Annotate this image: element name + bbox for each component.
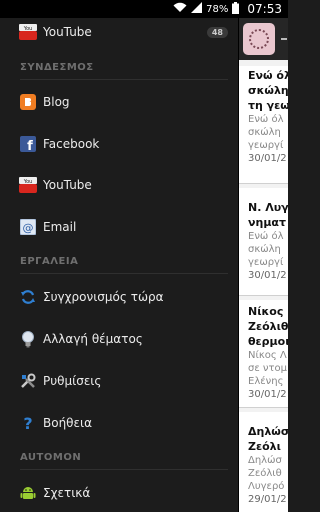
feed-item-snippet-line: Ελένης [248, 376, 284, 387]
youtube-icon: You [19, 176, 37, 194]
drawer-item-label: YouTube [43, 25, 92, 39]
drawer-item-label: Συγχρονισμός τώρα [43, 290, 164, 304]
feed-item-snippet-line: σε ντομ [248, 363, 288, 374]
feed-item-title-line: Νίκος [248, 305, 284, 318]
drawer-item-label: Σχετικά [43, 486, 91, 500]
action-bar [239, 18, 288, 60]
svg-text:?: ? [23, 415, 32, 431]
drawer-item-label: Email [43, 220, 77, 234]
feed-item-date: 30/01/2 [248, 270, 287, 281]
feed-item-title-line: Δηλώσ [248, 425, 288, 438]
section-header-tools: ΕΡΓΑΛΕΙΑ [20, 256, 228, 274]
feed-item-snippet-line: Ζεόλιθ [248, 468, 282, 479]
drawer-item-youtube[interactable]: You YouTube [0, 165, 238, 205]
drawer-item-label: Αλλαγή θέματος [43, 332, 143, 346]
svg-text:@: @ [23, 222, 34, 235]
drawer-item-label: Ρυθμίσεις [43, 374, 102, 388]
drawer-item-blog[interactable]: Blog [0, 82, 238, 122]
battery-percent: 78% [206, 3, 229, 15]
feed-item-date: 29/01/2 [248, 494, 287, 505]
feed-item-snippet-line: σκώλη [248, 127, 281, 138]
feed-item-snippet-line: Λυγερό [248, 481, 285, 492]
youtube-icon: You [19, 23, 37, 41]
feed-item-title-line: Ζεόλι [248, 440, 281, 453]
svg-text:f: f [27, 139, 33, 152]
feed-item-snippet-line: Δηλώσ [248, 455, 282, 466]
title-fragment [281, 38, 287, 40]
feed-item-title-line: θερμοι [248, 335, 288, 348]
drawer-item-label: Facebook [43, 137, 100, 151]
feed-item-date: 30/01/2 [248, 389, 287, 400]
feed-item-title-line: Ν. Λυγ [248, 201, 288, 214]
drawer-item-label: YouTube [43, 178, 92, 192]
feed-item[interactable]: Ν. Λυγ νηματ Ενώ όλ σκώλη γεωργί 30/01/2 [239, 188, 288, 296]
unread-count-badge: 48 [206, 26, 228, 38]
drawer-item-about[interactable]: Σχετικά [0, 473, 238, 512]
bulb-icon [19, 330, 37, 348]
signal-icon [191, 2, 203, 16]
feed-item[interactable]: Νίκος Ζεόλιθ θερμοι Νίκος Λ σε ντομ Ελέν… [239, 300, 288, 408]
navigation-drawer: You YouTube 48 ΣΥΝΔΕΣΜΟΣ Blog f Facebook… [0, 18, 238, 512]
section-header-automon: AUTOMON [20, 452, 228, 470]
feed-item-snippet-line: γεωργί [248, 140, 284, 151]
drawer-item-label: Βοήθεια [43, 416, 92, 430]
drawer-item-sync[interactable]: Συγχρονισμός τώρα [0, 277, 238, 317]
svg-text:You: You [23, 26, 33, 32]
battery-icon [232, 1, 240, 17]
feed-item[interactable]: Δηλώσ Ζεόλι Δηλώσ Ζεόλιθ Λυγερό 29/01/2 [239, 412, 288, 512]
wifi-icon [173, 2, 187, 16]
drawer-item-youtube-subscription[interactable]: You YouTube 48 [0, 18, 238, 52]
drawer-item-facebook[interactable]: f Facebook [0, 124, 238, 164]
feed-pane: Ενώ όλ σκώλη τη γεω Ενώ όλ σκώλη γεωργί … [238, 18, 288, 512]
tools-icon [19, 372, 37, 390]
feed-item-snippet-line: Ενώ όλ [248, 114, 284, 125]
feed-item-title-line: τη γεω [248, 99, 288, 112]
feed-item-title-line: νηματ [248, 216, 286, 229]
drawer-item-settings[interactable]: Ρυθμίσεις [0, 361, 238, 401]
feed-item-snippet-line: Νίκος Λ [248, 350, 287, 361]
sync-icon [19, 288, 37, 306]
clock: 07:53 [247, 2, 282, 16]
feed-item[interactable]: Ενώ όλ σκώλη τη γεω Ενώ όλ σκώλη γεωργί … [239, 66, 288, 184]
drawer-item-email[interactable]: @ Email [0, 207, 238, 247]
facebook-icon: f [19, 135, 37, 153]
feed-item-snippet-line: Ενώ όλ [248, 231, 284, 242]
drawer-item-help[interactable]: ? Βοήθεια [0, 403, 238, 443]
feed-item-snippet-line: γεωργί [248, 257, 284, 268]
email-icon: @ [19, 218, 37, 236]
section-header-links: ΣΥΝΔΕΣΜΟΣ [20, 62, 228, 80]
blogger-icon [19, 93, 37, 111]
help-icon: ? [19, 414, 37, 432]
svg-text:You: You [23, 179, 33, 185]
feed-item-date: 30/01/2 [248, 153, 287, 164]
drawer-item-label: Blog [43, 95, 70, 109]
status-bar: 78% 07:53 [0, 0, 288, 18]
android-icon [19, 484, 37, 502]
app-logo-icon[interactable] [243, 23, 275, 55]
drawer-item-change-theme[interactable]: Αλλαγή θέματος [0, 319, 238, 359]
feed-item-title-line: Ενώ όλ [248, 69, 288, 82]
feed-item-title-line: σκώλη [248, 84, 288, 97]
feed-item-title-line: Ζεόλιθ [248, 320, 288, 333]
feed-item-snippet-line: σκώλη [248, 244, 281, 255]
